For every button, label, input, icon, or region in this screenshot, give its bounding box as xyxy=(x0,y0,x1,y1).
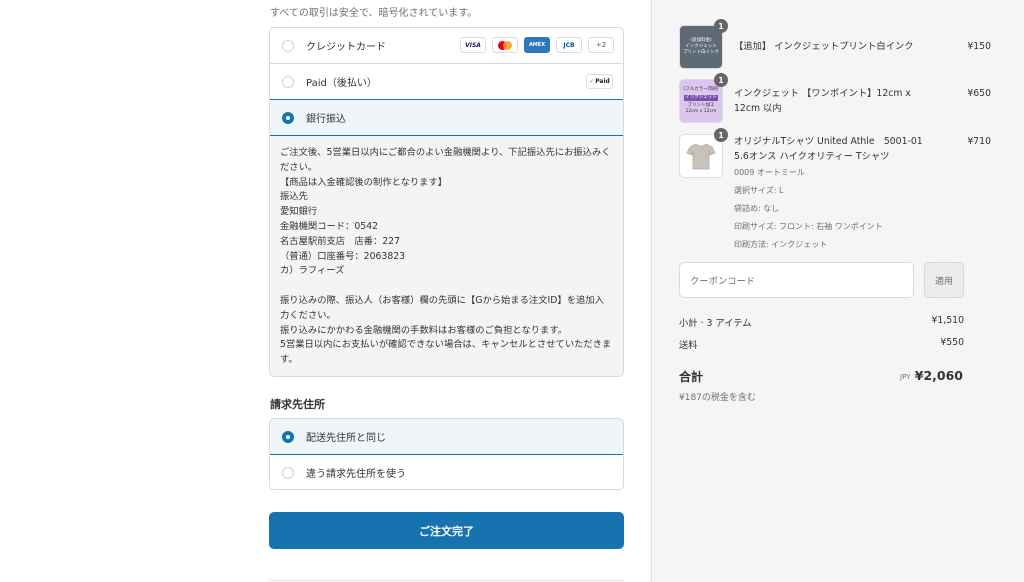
total-label: 合計 xyxy=(679,370,704,384)
item-print-method: 印刷方法: インクジェット xyxy=(734,240,828,249)
billing-different-address[interactable]: 違う請求先住所を使う xyxy=(270,455,623,489)
item-title: 【追加】 インクジェットプリント白インク xyxy=(734,41,914,52)
item-size: 選択サイズ: L xyxy=(734,186,784,195)
bank-transfer-text: ご注文後、5営業日以内にご都合のよい金融機関より、下記振込先にお振込みください。… xyxy=(280,147,612,366)
more-cards-badge[interactable]: +2 xyxy=(588,37,614,53)
apply-coupon-button[interactable]: 適用 xyxy=(924,262,964,298)
payment-option-label: 銀行振込 xyxy=(306,114,346,125)
subtotal-label: 小計 · 3 アイテム xyxy=(679,318,752,329)
coupon-input[interactable]: クーポンコード xyxy=(679,262,914,298)
complete-order-button[interactable]: ご注文完了 xyxy=(269,512,624,549)
payment-option-paid[interactable]: Paid（後払い） ✓ Paid xyxy=(270,64,623,100)
payment-option-credit-card[interactable]: クレジットカード VISA AMEX JCB +2 xyxy=(270,28,623,64)
line-item: (追加料金) インクジェット プリント白インク 1 【追加】 インクジェットプリ… xyxy=(679,19,999,69)
bank-transfer-details: ご注文後、5営業日以内にご都合のよい金融機関より、下記振込先にお振込みください。… xyxy=(270,136,623,376)
item-title: オリジナルTシャツ United Athle 5001-01 5.6オンス ハイ… xyxy=(734,134,934,254)
total-currency: JPY xyxy=(900,373,911,381)
item-price: ¥650 xyxy=(967,88,991,99)
quantity-badge: 1 xyxy=(714,19,728,33)
payment-option-label: クレジットカード xyxy=(306,42,386,53)
radio-button[interactable] xyxy=(282,75,294,88)
jcb-icon: JCB xyxy=(556,37,582,53)
amex-icon: AMEX xyxy=(524,37,550,53)
billing-same-as-shipping[interactable]: 配送先住所と同じ xyxy=(270,419,623,455)
thumbnail-text: 12cm x 12cm xyxy=(685,109,717,114)
radio-button[interactable] xyxy=(282,39,294,52)
thumbnail-text: (フルカラー印刷) xyxy=(683,87,719,92)
quantity-badge: 1 xyxy=(714,73,728,87)
payment-option-bank-transfer[interactable]: 銀行振込 xyxy=(270,99,623,136)
radio-button-selected[interactable] xyxy=(282,111,294,124)
item-title-text: オリジナルTシャツ United Athle 5001-01 5.6オンス ハイ… xyxy=(734,136,923,162)
subtotal-value: ¥1,510 xyxy=(931,315,964,326)
visa-icon: VISA xyxy=(460,37,486,53)
divider xyxy=(269,580,624,581)
quantity-badge: 1 xyxy=(714,128,728,142)
tshirt-icon xyxy=(686,143,716,170)
item-title: インクジェット 【ワンポイント】12cm x 12cm 以内 xyxy=(734,88,911,114)
shipping-label: 送料 xyxy=(679,340,698,351)
line-item: 1 オリジナルTシャツ United Athle 5001-01 5.6オンス … xyxy=(679,128,999,254)
billing-option-label: 違う請求先住所を使う xyxy=(306,469,406,480)
order-summary: (追加料金) インクジェット プリント白インク 1 【追加】 インクジェットプリ… xyxy=(651,0,1024,582)
billing-address-title: 請求先住所 xyxy=(270,398,325,411)
shipping-value: ¥550 xyxy=(940,337,964,348)
item-price: ¥710 xyxy=(967,136,991,147)
line-item: (フルカラー印刷) インクジェット プリント加工 12cm x 12cm 1 イ… xyxy=(679,73,999,123)
billing-option-label: 配送先住所と同じ xyxy=(306,433,386,444)
radio-button-selected[interactable] xyxy=(282,430,294,443)
secure-note: すべての取引は安全で、暗号化されています。 xyxy=(270,8,478,19)
mastercard-icon xyxy=(492,37,518,53)
item-bagging: 袋詰め: なし xyxy=(734,204,780,213)
payment-methods: クレジットカード VISA AMEX JCB +2 Paid（後払い） ✓ Pai… xyxy=(269,27,624,377)
card-brand-list: VISA AMEX JCB +2 xyxy=(460,37,614,53)
shipping-row: 送料 ¥550 xyxy=(679,337,964,351)
total-value: ¥2,060 xyxy=(914,368,963,383)
item-print-size: 印刷サイズ: フロント: 右袖 ワンポイント xyxy=(734,222,883,231)
subtotal-row: 小計 · 3 アイテム ¥1,510 xyxy=(679,315,964,329)
thumbnail-text: プリント白インク xyxy=(683,50,719,55)
billing-address-options: 配送先住所と同じ 違う請求先住所を使う xyxy=(269,418,624,490)
paid-logo-icon: ✓ Paid xyxy=(586,74,613,89)
item-color: 0009 オートミール xyxy=(734,168,805,177)
radio-button[interactable] xyxy=(282,466,294,479)
thumbnail-text: インクジェット xyxy=(684,95,718,101)
tax-note: ¥187の税金を含む xyxy=(679,393,756,403)
item-price: ¥150 xyxy=(967,41,991,52)
payment-option-label: Paid（後払い） xyxy=(306,78,377,89)
checkout-main: すべての取引は安全で、暗号化されています。 クレジットカード VISA AMEX… xyxy=(0,0,651,582)
